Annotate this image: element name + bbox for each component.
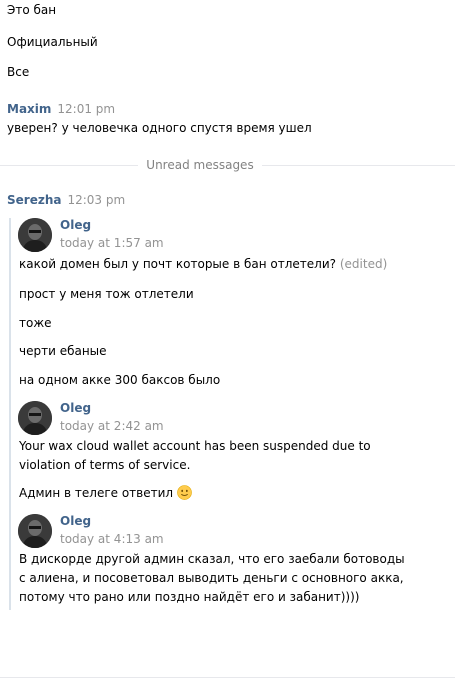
message-text: уверен? у человечка одного спустя время … — [7, 121, 312, 135]
unread-label: Unread messages — [146, 158, 254, 172]
avatar[interactable] — [18, 514, 52, 548]
slightly-smiling-face-emoji-icon — [177, 485, 192, 500]
divider-line — [0, 165, 138, 166]
forwarded-time[interactable]: today at 1:57 am — [60, 235, 164, 251]
forwarded-text: violation of terms of service. — [19, 458, 191, 472]
message-text: Все — [7, 65, 30, 79]
author-name[interactable]: Serezha — [7, 193, 61, 207]
forwarded-text: черти ебаные — [19, 344, 107, 358]
forwarded-author[interactable]: Oleg — [60, 513, 91, 529]
author-name[interactable]: Maxim — [7, 102, 51, 116]
avatar-photo-icon — [18, 401, 52, 435]
message-text: Официальный — [7, 35, 98, 49]
forwarded-time[interactable]: today at 2:42 am — [60, 418, 164, 434]
forwarded-bar — [9, 218, 11, 610]
message-text: какой домен был у почт которые в бан отл… — [19, 257, 337, 271]
forwarded-text: тоже — [19, 316, 52, 330]
forwarded-text: на одном акке 300 баксов было — [19, 373, 221, 387]
forwarded-text: Your wax cloud wallet account has been s… — [19, 439, 371, 453]
forwarded-text: потому что рано или поздно найдёт его и … — [19, 590, 360, 604]
unread-divider: Unread messages — [0, 156, 455, 174]
composer-border — [0, 677, 455, 678]
message-time[interactable]: 12:01 pm — [57, 102, 115, 116]
forwarded-author[interactable]: Oleg — [60, 400, 91, 416]
message-text: Админ в телеге ответил — [19, 486, 174, 500]
forwarded-text: с алиена, и посоветовал выводить деньги … — [19, 571, 404, 585]
forwarded-author[interactable]: Oleg — [60, 217, 91, 233]
divider-line — [262, 165, 455, 166]
avatar-photo-icon — [18, 514, 52, 548]
message-header: Maxim 12:01 pm — [7, 101, 115, 117]
forwarded-text: прост у меня тож отлетели — [19, 287, 194, 301]
avatar[interactable] — [18, 401, 52, 435]
message-text: Это бан — [7, 3, 57, 17]
message-header: Serezha 12:03 pm — [7, 192, 125, 208]
message-time[interactable]: 12:03 pm — [67, 193, 125, 207]
edited-label: (edited) — [339, 257, 388, 271]
forwarded-text: какой домен был у почт которые в бан отл… — [19, 255, 387, 274]
forwarded-text: В дискорде другой админ сказал, что его … — [19, 552, 405, 566]
forwarded-time[interactable]: today at 4:13 am — [60, 531, 164, 547]
avatar[interactable] — [18, 218, 52, 252]
forwarded-text: Админ в телеге ответил — [19, 484, 192, 503]
avatar-photo-icon — [18, 218, 52, 252]
